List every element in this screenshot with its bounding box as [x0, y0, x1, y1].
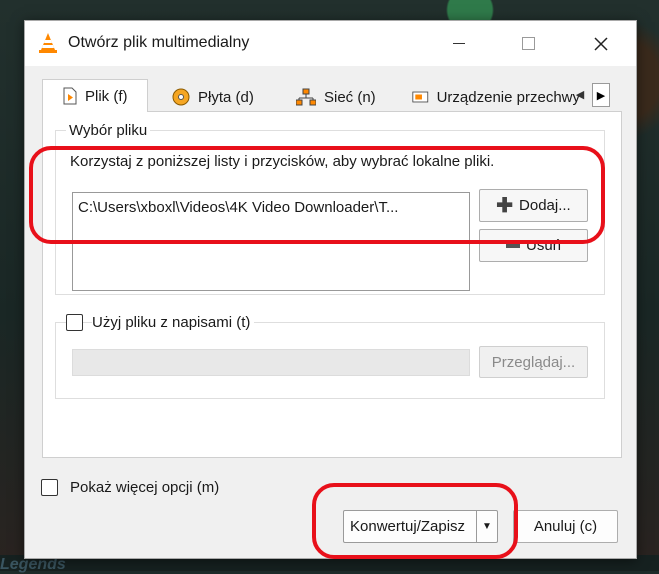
tab-disc[interactable]: Płyta (d)	[172, 83, 280, 111]
window-title: Otwórz plik multimedialny	[68, 34, 250, 51]
list-item[interactable]: C:\Users\xboxl\Videos\4K Video Downloade…	[78, 199, 466, 216]
tab-network[interactable]: Sieć (n)	[296, 83, 406, 111]
browse-button: Przeglądaj...	[479, 346, 588, 378]
subtitle-file-field	[72, 349, 470, 376]
maximize-button[interactable]	[505, 21, 551, 66]
remove-button-label: Usuń	[525, 237, 562, 254]
tab-scroll-left-icon[interactable]: ◀	[572, 83, 588, 105]
minimize-button[interactable]	[436, 21, 482, 66]
tab-disc-label: Płyta (d)	[198, 88, 254, 106]
capture-icon	[412, 91, 429, 103]
browse-button-label: Przeglądaj...	[491, 353, 576, 371]
close-icon	[594, 36, 608, 51]
convert-save-button[interactable]: Konwertuj/Zapisz ▼	[343, 510, 498, 543]
minimize-icon	[453, 43, 465, 44]
file-list[interactable]: C:\Users\xboxl\Videos\4K Video Downloade…	[72, 192, 470, 291]
tab-scroll-right-icon[interactable]: ▶	[592, 83, 610, 107]
plus-icon: ✚	[496, 194, 514, 217]
tab-bar: Plik (f) Płyta (d) Sieć (n) Urządzenie p…	[25, 79, 636, 112]
tab-network-label: Sieć (n)	[324, 88, 376, 106]
more-options-label[interactable]: Pokaż więcej opcji (m)	[70, 479, 219, 496]
tab-file[interactable]: Plik (f)	[42, 79, 148, 112]
add-button-label: Dodaj...	[519, 197, 571, 214]
disc-icon	[172, 88, 190, 106]
convert-save-label: Konwertuj/Zapisz	[350, 518, 466, 535]
cancel-button[interactable]: Anuluj (c)	[513, 510, 618, 543]
maximize-icon	[521, 37, 535, 50]
cancel-button-label: Anuluj (c)	[533, 518, 598, 535]
file-icon	[63, 87, 77, 105]
dropdown-arrow-icon[interactable]: ▼	[476, 511, 497, 542]
close-button[interactable]	[578, 21, 624, 66]
file-tab-panel: Wybór pliku Korzystaj z poniższej listy …	[42, 111, 622, 458]
tab-capture-device[interactable]: Urządzenie przechwy	[412, 83, 580, 111]
subtitle-checkbox-label[interactable]: Użyj pliku z napisami (t)	[92, 314, 255, 331]
open-media-dialog: Otwórz plik multimedialny Plik (f) Płyta…	[24, 20, 637, 559]
remove-button[interactable]: Usuń	[479, 229, 588, 262]
more-options-checkbox[interactable]	[41, 479, 58, 496]
subtitle-checkbox[interactable]	[66, 314, 83, 331]
network-icon	[296, 88, 316, 106]
vlc-cone-icon	[39, 33, 57, 53]
file-selection-label: Wybór pliku	[66, 122, 151, 139]
tab-file-label: Plik (f)	[85, 87, 128, 105]
tab-capture-label: Urządzenie przechwy	[436, 88, 580, 106]
minus-icon	[505, 243, 520, 248]
file-selection-hint: Korzystaj z poniższej listy i przycisków…	[70, 153, 495, 170]
tab-scroll-arrows: ◀ ▶	[572, 83, 610, 107]
add-button[interactable]: ✚ Dodaj...	[479, 189, 588, 222]
title-bar: Otwórz plik multimedialny	[25, 21, 636, 66]
